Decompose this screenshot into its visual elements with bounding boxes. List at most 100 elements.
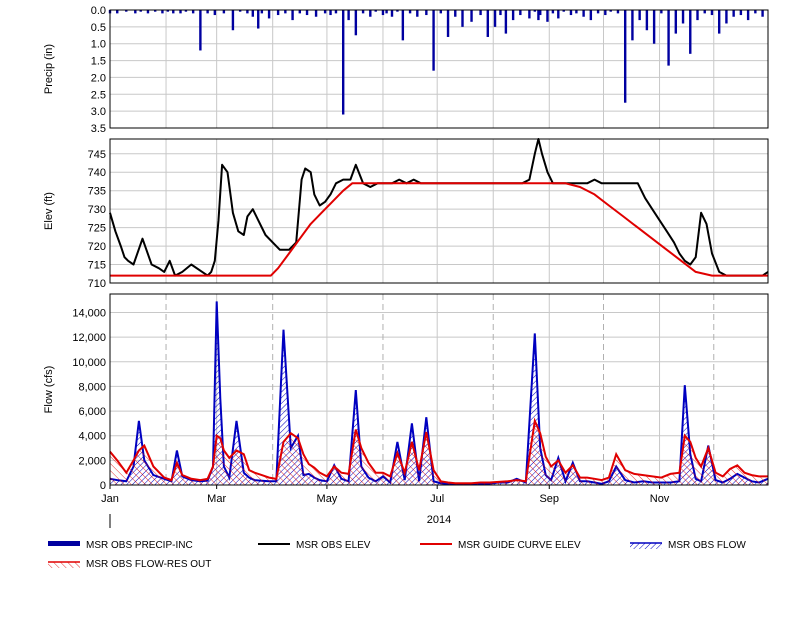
legend-item: MSR OBS FLOW-RES OUT [48, 559, 211, 570]
precip-bar [401, 10, 405, 41]
legend-item: MSR OBS ELEV [258, 540, 371, 551]
precip-bar [667, 10, 670, 66]
y-tick-label: 12,000 [72, 332, 106, 344]
precip-bar [596, 10, 600, 14]
y-tick-label: 4,000 [78, 431, 106, 443]
y-tick-label: 715 [88, 260, 106, 272]
x-tick-label: Sep [539, 493, 559, 505]
legend-label: MSR OBS FLOW-RES OUT [86, 559, 211, 570]
panel-3: 0 2,000 4,000 6,000 8,000 10,000 12,000 14,000 F… [43, 293, 769, 492]
precip-bar [347, 10, 350, 21]
plot-frame [109, 138, 769, 284]
plot-frame [109, 293, 769, 486]
precip-bar [511, 10, 515, 21]
precip-bar [761, 10, 764, 17]
precip-bar [454, 10, 457, 17]
precip-bar [284, 10, 287, 14]
precip-bar [134, 10, 137, 14]
precip-bar [631, 10, 634, 41]
x-tick-label: Nov [650, 493, 670, 505]
x-axis: Jan Mar May Jul Sep Nov 2014 [101, 485, 670, 528]
legend-item: MSR GUIDE CURVE ELEV [420, 540, 581, 551]
precip-bar [305, 10, 309, 16]
y-axis-label: Precip (in) [43, 44, 55, 94]
precip-bar [199, 10, 202, 51]
precip-bar [390, 10, 394, 17]
y-tick-label: 1.5 [91, 56, 106, 68]
precip-bar [385, 10, 388, 14]
panel-1: 0.0 0.5 1.0 1.5 2.0 2.5 3.0 3.5 Precip (in) [43, 5, 769, 135]
legend-label: MSR OBS PRECIP-INC [86, 540, 193, 551]
obs-flow-area [110, 301, 768, 485]
precip-bar [191, 10, 195, 14]
y-tick-label: 2.0 [91, 72, 106, 84]
precip-bar [689, 10, 692, 54]
precip-bar [323, 10, 327, 14]
precip-bar [381, 10, 385, 16]
precip-bar [425, 10, 428, 16]
precip-bar [616, 10, 620, 14]
precip-bar [206, 10, 209, 14]
y-axis-label: Flow (cfs) [43, 366, 55, 414]
precip-bar [334, 10, 338, 14]
y-tick-label: 720 [88, 241, 106, 253]
precip-bar [354, 10, 358, 36]
x-axis-year-label: 2014 [427, 514, 451, 526]
precip-bar [519, 10, 522, 16]
precip-bar [251, 10, 255, 17]
precip-bar [172, 10, 175, 14]
precip-bar [222, 10, 226, 14]
precip-bar [551, 10, 555, 14]
precip-bar [369, 10, 372, 17]
y-tick-label: 0.5 [91, 22, 106, 34]
x-tick-label: May [317, 493, 338, 505]
y-tick-label: 3.0 [91, 106, 106, 118]
precip-bar [179, 10, 182, 14]
precip-bar [604, 10, 607, 16]
precip-bar [546, 10, 549, 22]
precip-bar [638, 10, 641, 21]
precip-bar [267, 10, 271, 19]
y-tick-label: 725 [88, 223, 106, 235]
precip-bar [416, 10, 419, 17]
precip-bar [569, 10, 573, 16]
precip-bar [645, 10, 649, 31]
precip-bar [446, 10, 450, 37]
precip-bar [696, 10, 699, 21]
precip-bar [504, 10, 508, 34]
legend-label: MSR GUIDE CURVE ELEV [458, 540, 581, 551]
precip-bar [725, 10, 728, 24]
precip-bar [589, 10, 593, 21]
legend-swatch [48, 541, 80, 546]
y-tick-label: 735 [88, 186, 106, 198]
precip-bar [746, 10, 750, 21]
precip-bar [439, 10, 443, 14]
precip-bar [260, 10, 264, 14]
y-tick-label: 3.5 [91, 123, 106, 135]
y-tick-label: 745 [88, 149, 106, 161]
precip-bar [575, 10, 578, 14]
precip-bar [674, 10, 678, 34]
precip-bar [528, 10, 531, 19]
legend-label: MSR OBS ELEV [296, 540, 371, 551]
precip-bar [161, 10, 164, 14]
legend: MSR OBS PRECIP-INC MSR OBS ELEV MSR GUIDE … [48, 540, 746, 570]
precip-bar [717, 10, 721, 34]
obs-elev-line [109, 138, 769, 277]
precip-bar [257, 10, 260, 29]
precip-bar [539, 10, 542, 16]
y-axis-label: Elev (ft) [43, 192, 55, 230]
hydrograph-chart: 0.00.51.01.52.02.53.03.5Precip (in)71071… [43, 5, 769, 570]
precip-bar [231, 10, 235, 31]
precip-bar [660, 10, 663, 14]
precip-bar [499, 10, 502, 16]
precip-bar [276, 10, 280, 16]
precip-bar [361, 10, 365, 14]
panel-2: 710 715 720 725 730 735 740 745 Elev (ft) [43, 138, 769, 290]
precip-bar [461, 10, 464, 27]
precip-bar [486, 10, 490, 37]
precip-bar [493, 10, 497, 27]
legend-item: MSR OBS FLOW [630, 540, 746, 551]
x-tick-label: Jul [430, 493, 444, 505]
precip-bar [329, 10, 332, 16]
